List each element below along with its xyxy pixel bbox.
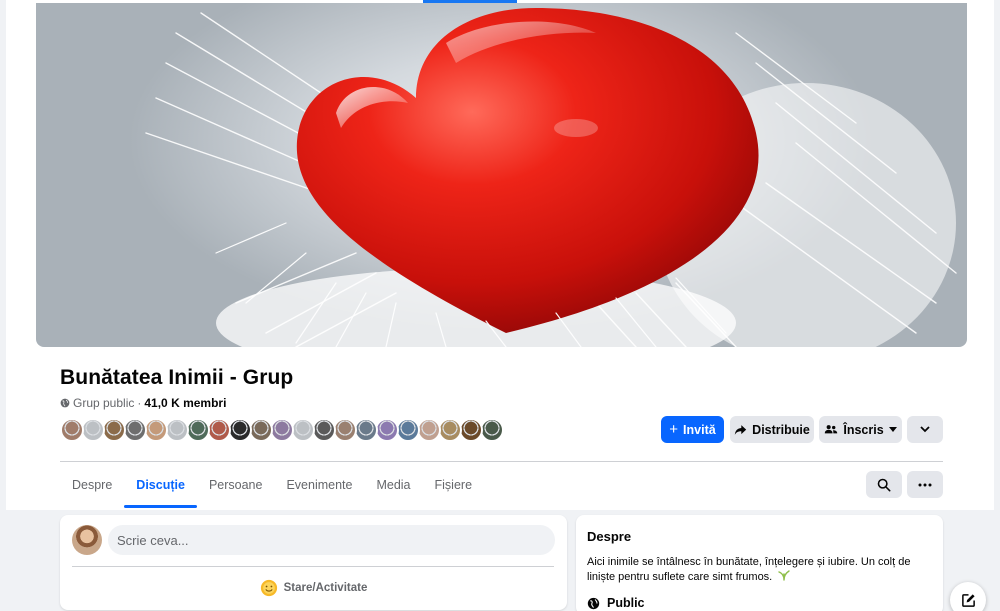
- tab-label: Despre: [72, 477, 113, 492]
- about-description-text: Aici inimile se întâlnesc în bunătate, î…: [587, 556, 911, 583]
- tab-label: Media: [376, 477, 411, 492]
- member-avatar[interactable]: [480, 418, 504, 442]
- tab-media[interactable]: Media: [364, 462, 422, 507]
- member-avatar[interactable]: [396, 418, 420, 442]
- member-avatars[interactable]: [60, 418, 504, 442]
- tab-label: Fișiere: [434, 477, 473, 492]
- post-input[interactable]: Scrie ceva...: [108, 525, 555, 555]
- member-avatar[interactable]: [438, 418, 462, 442]
- more-actions-button[interactable]: [907, 471, 943, 498]
- member-avatar[interactable]: [375, 418, 399, 442]
- globe-icon: [60, 398, 70, 408]
- herb-icon: [778, 570, 791, 581]
- member-avatar[interactable]: [249, 418, 273, 442]
- status-activity-label: Stare/Activitate: [283, 582, 368, 594]
- share-button[interactable]: Distribuie: [730, 416, 814, 443]
- group-tabs: Despre Discuție Persoane Evenimente Medi…: [60, 462, 485, 508]
- member-avatar[interactable]: [228, 418, 252, 442]
- member-avatar[interactable]: [312, 418, 336, 442]
- post-input-placeholder: Scrie ceva...: [117, 532, 189, 548]
- member-avatar[interactable]: [123, 418, 147, 442]
- current-user-avatar[interactable]: [72, 525, 102, 555]
- tab-label: Persoane: [208, 477, 263, 492]
- invite-label: Invită: [683, 422, 716, 437]
- member-avatar[interactable]: [60, 418, 84, 442]
- member-avatar[interactable]: [165, 418, 189, 442]
- tab-label: Discuție: [136, 477, 185, 492]
- tab-label: Evenimente: [286, 477, 353, 492]
- tab-fisiere[interactable]: Fișiere: [423, 462, 485, 507]
- member-avatar[interactable]: [459, 418, 483, 442]
- search-icon: [877, 478, 891, 491]
- member-avatar[interactable]: [333, 418, 357, 442]
- about-privacy-label: Public: [607, 596, 645, 610]
- page-gutter-left: [0, 0, 6, 510]
- new-message-button[interactable]: [950, 582, 986, 611]
- member-avatar[interactable]: [144, 418, 168, 442]
- cover-photo[interactable]: [36, 3, 967, 347]
- group-members-count[interactable]: 41,0 K membri: [144, 396, 226, 410]
- cover-heart-image: [145, 8, 957, 347]
- tab-evenimente[interactable]: Evenimente: [274, 462, 364, 507]
- post-composer: Scrie ceva... Stare/Activitate: [60, 515, 567, 610]
- tab-despre[interactable]: Despre: [60, 462, 124, 507]
- about-card: Despre Aici inimile se întâlnesc în bună…: [576, 515, 943, 611]
- joined-button[interactable]: Înscris: [819, 416, 902, 443]
- share-label: Distribuie: [752, 422, 810, 437]
- status-activity-button[interactable]: Stare/Activitate: [60, 575, 567, 601]
- smiley-icon: [260, 579, 277, 597]
- page-gutter-right: [994, 0, 1000, 510]
- member-avatar[interactable]: [417, 418, 441, 442]
- tab-discutie[interactable]: Discuție: [124, 462, 197, 508]
- caret-down-icon: [888, 426, 897, 432]
- ellipsis-icon: [918, 483, 932, 486]
- more-options-button[interactable]: [907, 416, 943, 443]
- share-arrow-icon: [734, 424, 747, 435]
- about-title: Despre: [587, 529, 632, 544]
- about-privacy: Public: [587, 596, 645, 610]
- tab-persoane[interactable]: Persoane: [197, 462, 275, 507]
- group-privacy: Grup public: [73, 396, 135, 410]
- group-meta: Grup public · 41,0 K membri: [60, 396, 226, 410]
- member-avatar[interactable]: [270, 418, 294, 442]
- member-avatar[interactable]: [207, 418, 231, 442]
- chevron-down-icon: [920, 426, 930, 433]
- member-avatar[interactable]: [354, 418, 378, 442]
- member-avatar[interactable]: [186, 418, 210, 442]
- member-avatar[interactable]: [291, 418, 315, 442]
- group-title: Bunătatea Inimii - Grup: [60, 366, 294, 389]
- composer-divider: [72, 566, 554, 567]
- member-avatar[interactable]: [81, 418, 105, 442]
- invite-button[interactable]: + Invită: [661, 416, 724, 443]
- globe-icon: [587, 597, 600, 609]
- compose-icon: [961, 593, 975, 607]
- meta-separator: ·: [137, 396, 142, 410]
- plus-icon: +: [669, 421, 679, 438]
- search-button[interactable]: [866, 471, 902, 498]
- people-icon: [825, 425, 838, 434]
- joined-label: Înscris: [843, 422, 884, 437]
- about-description: Aici inimile se întâlnesc în bunătate, î…: [587, 555, 927, 585]
- member-avatar[interactable]: [102, 418, 126, 442]
